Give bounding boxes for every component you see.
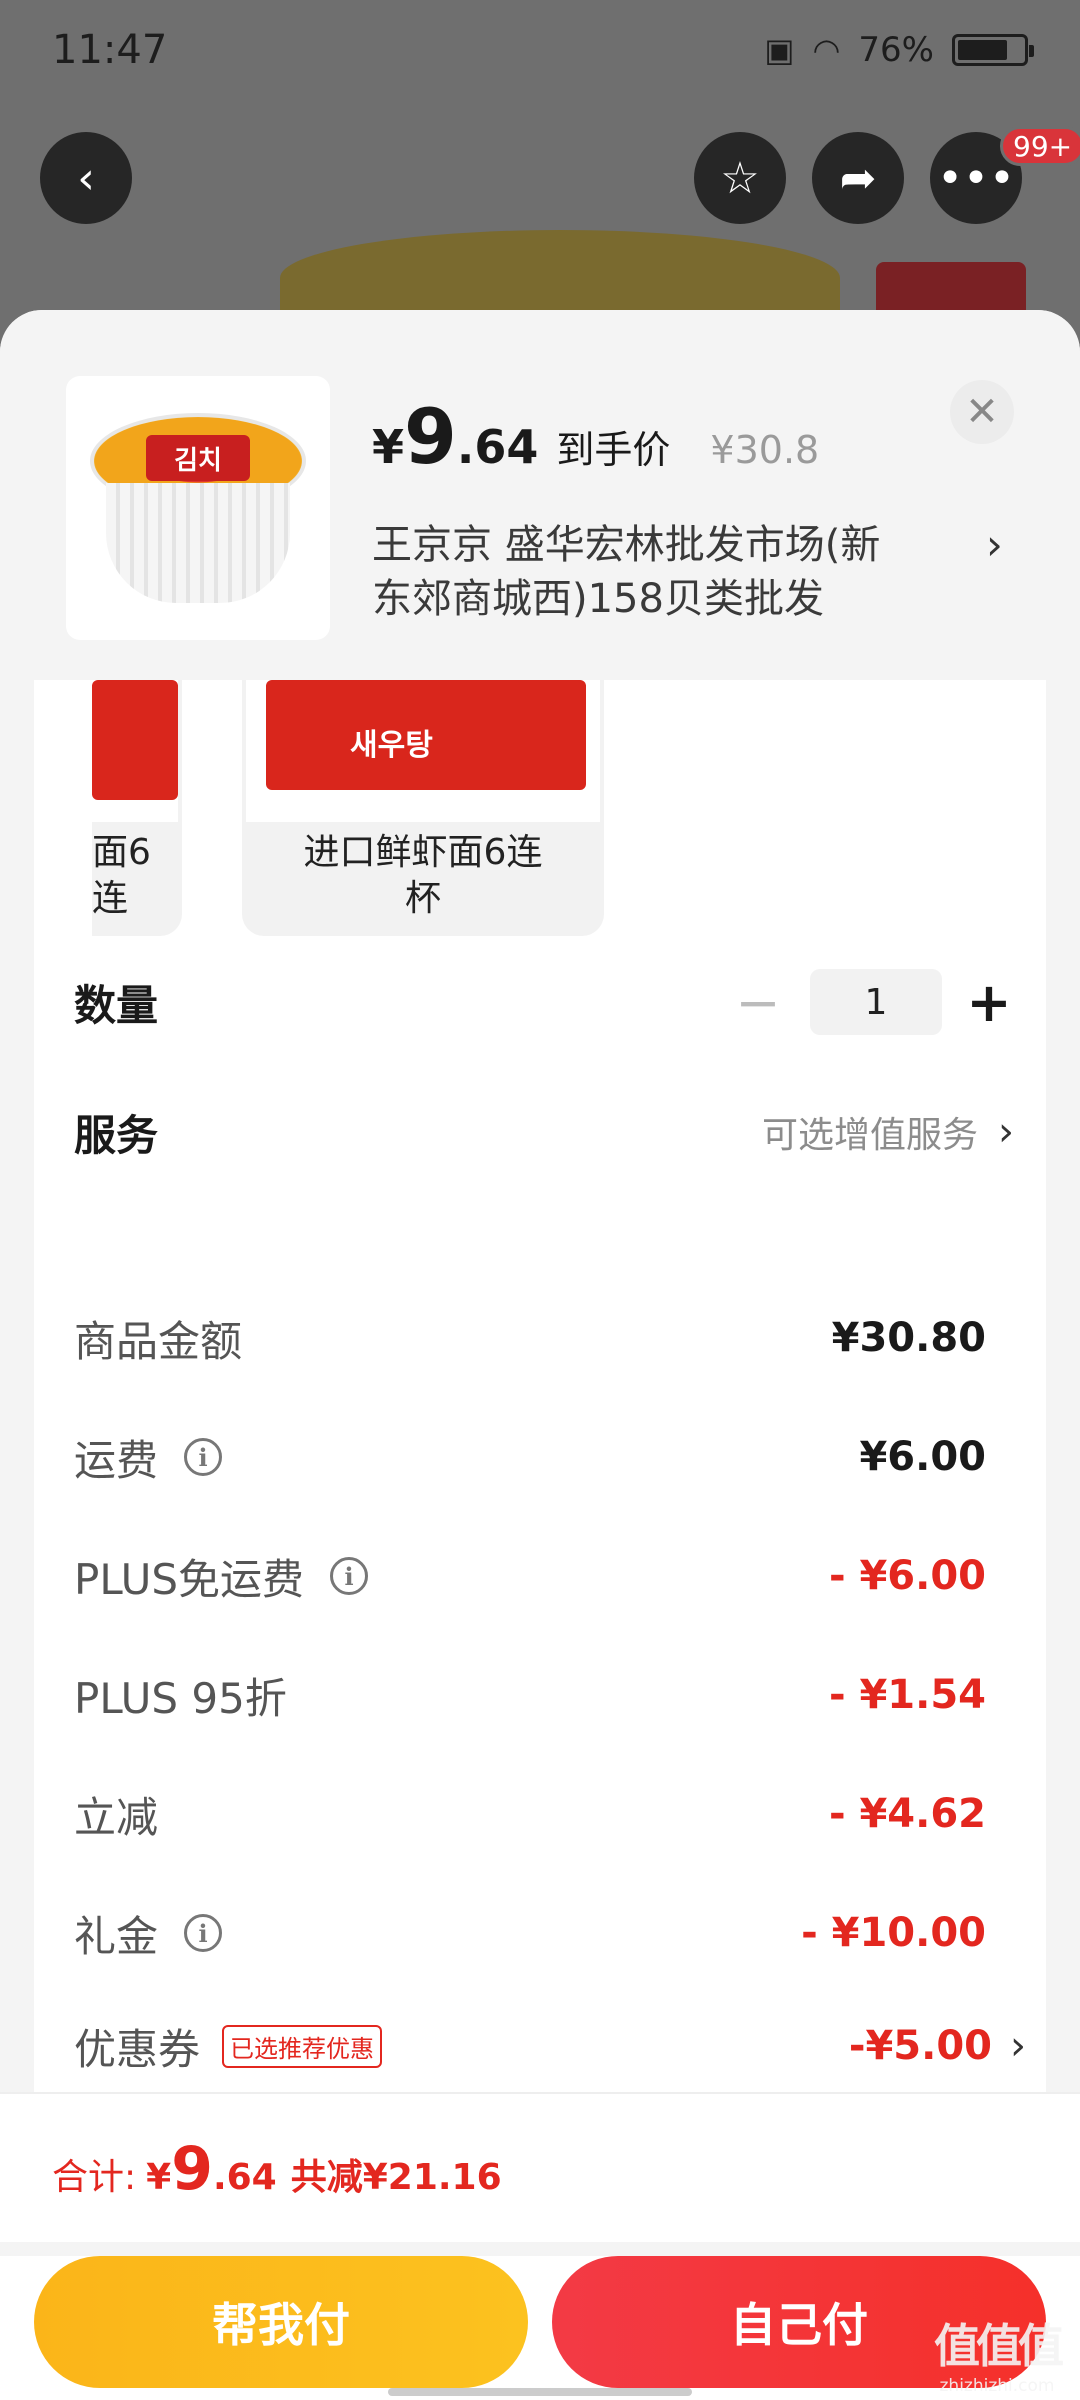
back-button[interactable]: ‹: [40, 132, 132, 224]
gift-money-label: 礼金: [74, 1911, 159, 1961]
service-selector[interactable]: 可选增值服务 ›: [762, 1092, 1014, 1172]
coupon-label: 优惠券: [74, 2024, 201, 2074]
plus-free-shipping-label: PLUS免运费: [74, 1554, 305, 1604]
product-thumbnail[interactable]: 김치: [66, 376, 330, 640]
price-decimal: .64: [456, 420, 539, 474]
chevron-right-icon: ›: [998, 1109, 1014, 1155]
info-icon[interactable]: i: [184, 1914, 223, 1952]
total-integer: 9: [171, 2134, 213, 2204]
price-breakdown-card: 商品金额 ¥30.80 运费 i ¥6.00 PLUS免运费 i - ¥6.00…: [34, 1268, 1046, 2168]
watermark: 值值值 zhizhizhi.com: [934, 2319, 1064, 2396]
variant-image: [92, 680, 178, 822]
checkout-footer: 合计: ¥ 9 .64 共减¥21.16 帮我付 自己付: [0, 2092, 1080, 2400]
coupon-row[interactable]: 优惠券 已选推荐优惠 -¥5.00 ›: [74, 2006, 1026, 2086]
close-button[interactable]: ✕: [950, 380, 1014, 444]
quantity-stepper: − 1 +: [728, 962, 1014, 1042]
share-button[interactable]: ➦: [812, 132, 904, 224]
total-decimal: .64: [212, 2157, 277, 2198]
goods-amount-row: 商品金额 ¥30.80: [74, 1298, 986, 1378]
info-icon[interactable]: i: [184, 1438, 223, 1476]
share-icon: ➦: [839, 152, 877, 204]
total-label: 合计:: [52, 2157, 137, 2198]
more-icon: •••: [937, 152, 1015, 204]
instant-off-row: 立减 - ¥4.62: [74, 1774, 986, 1854]
purchase-sheet: 김치 ¥ 9 .64 到手价 ¥30.8 ✕ 王京京 盛华宏林批发市场(新 东郊…: [0, 310, 1080, 2400]
original-price: ¥30.8: [710, 428, 820, 472]
chevron-right-icon: ›: [1010, 2023, 1026, 2069]
price-row: ¥ 9 .64 到手价 ¥30.8: [372, 392, 819, 481]
quantity-input[interactable]: 1: [810, 969, 942, 1035]
quantity-label: 数量: [74, 980, 159, 1030]
goods-amount-label: 商品金额: [74, 1316, 243, 1366]
final-price-tag: 到手价: [556, 428, 671, 472]
message-badge: 99+: [1000, 126, 1080, 166]
gift-money-value: - ¥10.00: [801, 1910, 986, 1956]
variant-image: 새우탕: [246, 680, 600, 822]
star-icon: ☆: [720, 152, 760, 204]
variant-item[interactable]: 面6连: [92, 680, 182, 936]
plus-discount-value: - ¥1.54: [828, 1672, 986, 1718]
chevron-right-icon: ›: [986, 520, 1003, 569]
battery-percent: 76%: [858, 30, 934, 70]
variant-item[interactable]: 새우탕 进口鲜虾面6连 杯: [242, 680, 604, 936]
battery-level: [958, 40, 1007, 60]
plus-free-shipping-value: - ¥6.00: [828, 1553, 986, 1599]
favorite-button[interactable]: ☆: [694, 132, 786, 224]
status-icons: ▣ ◠ 76%: [764, 30, 1034, 70]
shipping-row: 运费 i ¥6.00: [74, 1417, 986, 1497]
instant-off-value: - ¥4.62: [828, 1791, 986, 1837]
status-time: 11:47: [52, 27, 168, 73]
quantity-row: 数量 − 1 +: [74, 962, 1014, 1042]
coupon-value[interactable]: -¥5.00 ›: [849, 2023, 1026, 2069]
service-row[interactable]: 服务 可选增值服务 ›: [74, 1092, 1014, 1172]
sim-icon: ▣: [764, 31, 795, 69]
coupon-recommended-badge: 已选推荐优惠: [222, 2024, 383, 2068]
total-saved: 共减¥21.16: [290, 2157, 502, 2198]
status-bar: 11:47 ▣ ◠ 76%: [0, 0, 1080, 100]
battery-icon: [952, 34, 1034, 66]
plus-discount-row: PLUS 95折 - ¥1.54: [74, 1655, 986, 1735]
info-icon[interactable]: i: [330, 1557, 369, 1595]
close-icon: ✕: [965, 389, 999, 435]
total-currency: ¥: [146, 2157, 172, 2198]
decrease-button[interactable]: −: [728, 971, 788, 1034]
total-summary: 合计: ¥ 9 .64 共减¥21.16: [52, 2134, 502, 2204]
price-integer: 9: [404, 392, 457, 481]
shipping-label: 运费: [74, 1435, 159, 1485]
sheet-header: 김치 ¥ 9 .64 到手价 ¥30.8 ✕ 王京京 盛华宏林批发市场(新 东郊…: [0, 310, 1080, 680]
back-icon: ‹: [77, 152, 95, 204]
instant-off-label: 立减: [74, 1792, 159, 1842]
footer-divider: [0, 2242, 1080, 2256]
plus-discount-label: PLUS 95折: [74, 1673, 287, 1723]
product-top-bar: ‹ ☆ ➦ ••• 99+: [0, 126, 1080, 226]
shipping-value: ¥6.00: [859, 1434, 986, 1480]
variant-list[interactable]: 面6连 새우탕 进口鲜虾面6连 杯: [34, 680, 1046, 950]
goods-amount-value: ¥30.80: [831, 1315, 986, 1361]
shop-name[interactable]: 王京京 盛华宏林批发市场(新 东郊商城西)158贝类批发: [372, 518, 972, 626]
plus-free-shipping-row: PLUS免运费 i - ¥6.00: [74, 1536, 986, 1616]
gift-money-row: 礼金 i - ¥10.00: [74, 1893, 986, 1973]
service-label: 服务: [74, 1110, 159, 1160]
price-currency: ¥: [372, 420, 405, 474]
home-indicator[interactable]: [388, 2388, 692, 2396]
increase-button[interactable]: +: [964, 971, 1014, 1034]
help-pay-button[interactable]: 帮我付: [34, 2256, 528, 2388]
noodle-bowl-image: 김치: [90, 413, 306, 603]
wifi-icon: ◠: [812, 31, 841, 69]
variant-label: 面6连: [92, 832, 151, 919]
variant-label: 进口鲜虾面6连 杯: [303, 832, 543, 919]
